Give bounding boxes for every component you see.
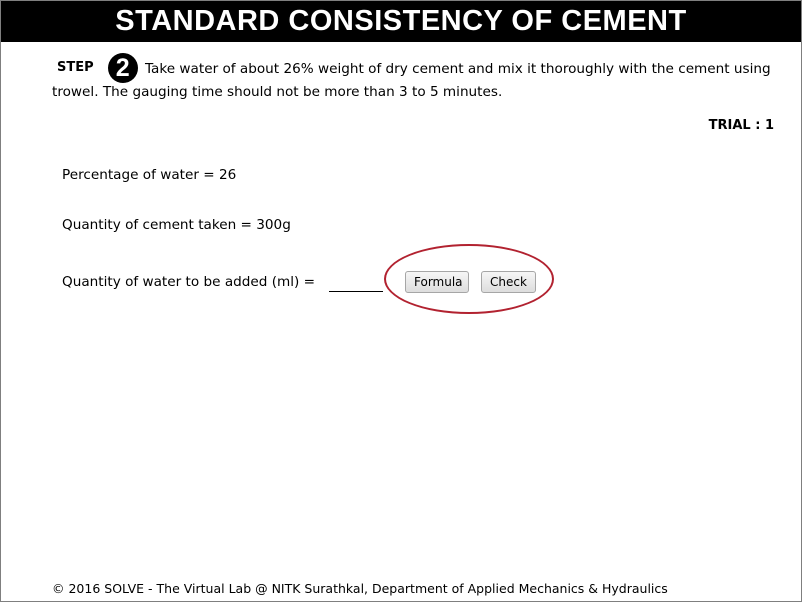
check-button[interactable]: Check	[481, 271, 536, 293]
title-bar: STANDARD CONSISTENCY OF CEMENT	[1, 1, 801, 42]
quantity-of-water-label: Quantity of water to be added (ml) =	[62, 274, 316, 290]
step-number-badge: 2	[107, 53, 138, 83]
step-label: STEP	[57, 60, 94, 75]
percentage-of-water-text: Percentage of water = 26	[62, 167, 237, 183]
page-title: STANDARD CONSISTENCY OF CEMENT	[115, 5, 687, 37]
footer-credits: © 2016 SOLVE - The Virtual Lab @ NITK Su…	[52, 581, 668, 596]
water-quantity-input[interactable]	[329, 277, 383, 292]
trial-indicator: TRIAL : 1	[708, 118, 774, 133]
simulation-frame: STANDARD CONSISTENCY OF CEMENT STEP 2 Tak…	[0, 0, 802, 602]
quantity-of-cement-text: Quantity of cement taken = 300g	[62, 217, 291, 233]
formula-button[interactable]: Formula	[405, 271, 469, 293]
step-instruction: STEP 2 Take water of about 26% weight of …	[52, 53, 777, 102]
step-instruction-text: Take water of about 26% weight of dry ce…	[52, 61, 771, 100]
